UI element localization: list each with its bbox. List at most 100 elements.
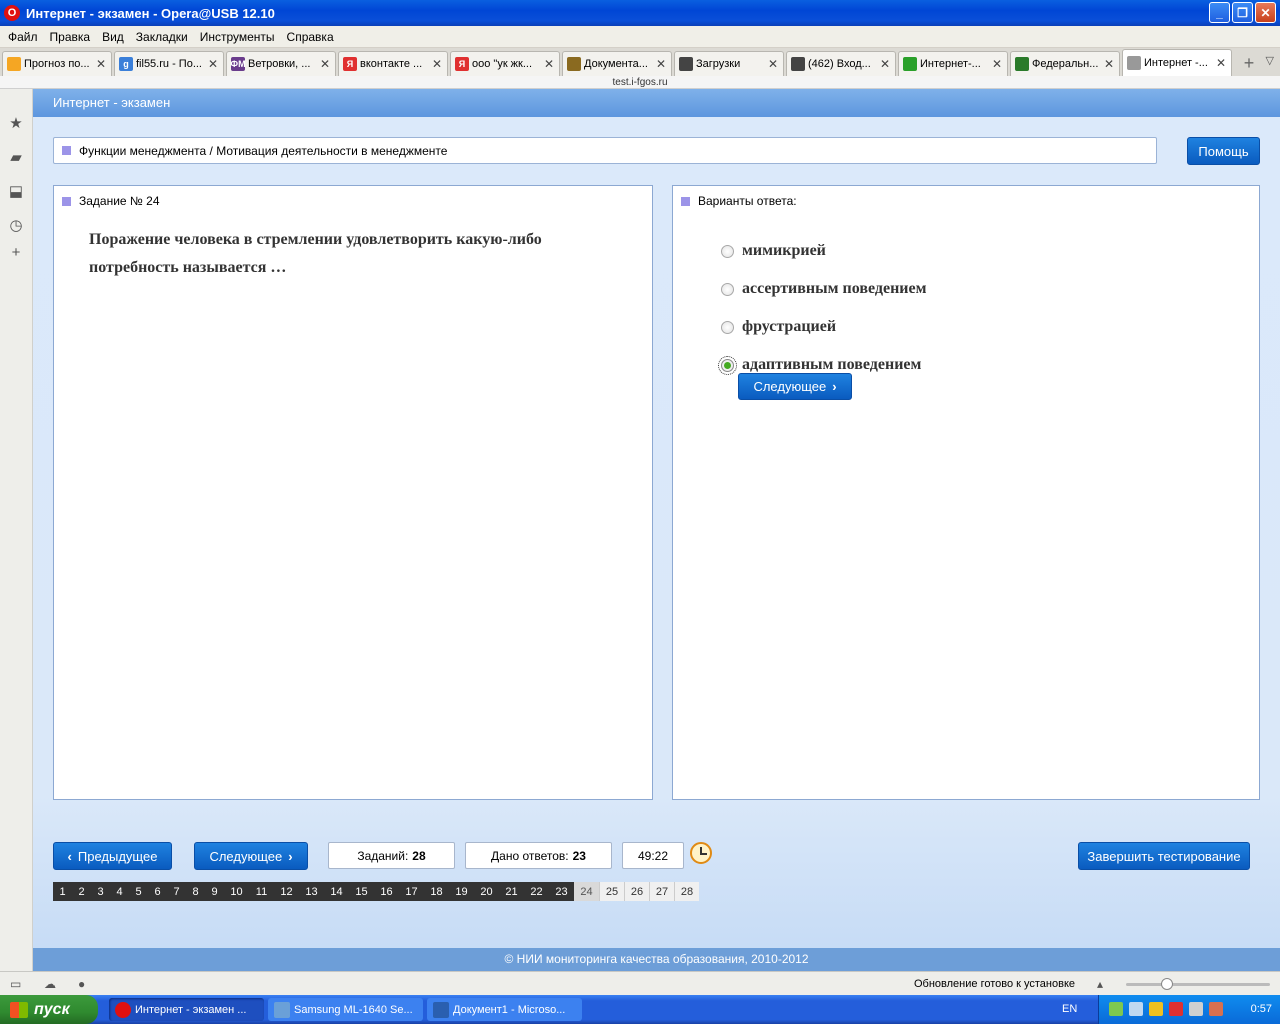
- menu-edit[interactable]: Правка: [44, 30, 97, 44]
- pager-item[interactable]: 5: [129, 882, 148, 901]
- caret-up-icon[interactable]: ▴: [1097, 977, 1111, 991]
- tray-warning-icon[interactable]: [1149, 1002, 1163, 1016]
- pager-item[interactable]: 14: [324, 882, 349, 901]
- pager-item[interactable]: 18: [424, 882, 449, 901]
- pager-item[interactable]: 19: [449, 882, 474, 901]
- pager-item[interactable]: 12: [274, 882, 299, 901]
- answer-option[interactable]: ассертивным поведением: [721, 270, 927, 308]
- tab-close-icon[interactable]: ✕: [543, 57, 555, 71]
- browser-tab[interactable]: Интернет -... ✕: [1122, 49, 1232, 76]
- browser-tab[interactable]: Федеральн... ✕: [1010, 51, 1120, 76]
- taskbar-item-word[interactable]: Документ1 - Microso...: [427, 998, 582, 1021]
- menu-file[interactable]: Файл: [2, 30, 44, 44]
- plus-icon[interactable]: +: [8, 244, 24, 261]
- update-status[interactable]: Обновление готово к установке: [914, 978, 1075, 990]
- answer-option[interactable]: фрустрацией: [721, 308, 927, 346]
- tab-favicon-icon: [679, 57, 693, 71]
- cloud-icon[interactable]: ☁: [44, 977, 58, 991]
- tab-close-icon[interactable]: ✕: [655, 57, 667, 71]
- pager-item[interactable]: 2: [72, 882, 91, 901]
- browser-tab[interactable]: (462) Вход... ✕: [786, 51, 896, 76]
- answer-radio-selected[interactable]: [718, 355, 737, 375]
- tab-close-icon[interactable]: ✕: [767, 57, 779, 71]
- pager-item[interactable]: 20: [474, 882, 499, 901]
- browser-tab[interactable]: Загрузки ✕: [674, 51, 784, 76]
- prev-button[interactable]: ‹ Предыдущее: [53, 842, 172, 870]
- tray-network-icon[interactable]: [1109, 1002, 1123, 1016]
- tray-monitor-icon[interactable]: [1129, 1002, 1143, 1016]
- answer-radio[interactable]: [721, 320, 734, 334]
- downloads-icon[interactable]: ⬓: [8, 183, 24, 200]
- pager-item[interactable]: 10: [224, 882, 249, 901]
- answer-option[interactable]: мимикрией: [721, 232, 927, 270]
- pager-item[interactable]: 26: [624, 882, 649, 901]
- browser-tab[interactable]: Интернет-... ✕: [898, 51, 1008, 76]
- answer-radio[interactable]: [721, 244, 734, 258]
- answer-radio[interactable]: [721, 282, 734, 296]
- zoom-slider-thumb[interactable]: [1161, 978, 1173, 990]
- zoom-slider[interactable]: [1126, 983, 1270, 986]
- menu-view[interactable]: Вид: [96, 30, 130, 44]
- star-icon[interactable]: ★: [8, 115, 24, 132]
- tray-volume-icon[interactable]: [1189, 1002, 1203, 1016]
- pager-item[interactable]: 27: [649, 882, 674, 901]
- menu-help[interactable]: Справка: [281, 30, 340, 44]
- taskbar-item-printer[interactable]: Samsung ML-1640 Se...: [268, 998, 423, 1021]
- pager-item[interactable]: 16: [374, 882, 399, 901]
- browser-tab[interactable]: Документа... ✕: [562, 51, 672, 76]
- tray-antivirus-icon[interactable]: [1169, 1002, 1183, 1016]
- menu-tools[interactable]: Инструменты: [194, 30, 281, 44]
- finish-test-button[interactable]: Завершить тестирование: [1078, 842, 1250, 870]
- pager-item[interactable]: 1: [53, 882, 72, 901]
- browser-tab[interactable]: g fil55.ru - По... ✕: [114, 51, 224, 76]
- tab-close-icon[interactable]: ✕: [1215, 56, 1227, 70]
- panel-toggle-icon[interactable]: ▭: [10, 977, 24, 991]
- tab-close-icon[interactable]: ✕: [1103, 57, 1115, 71]
- close-button[interactable]: ✕: [1255, 2, 1276, 23]
- browser-tab[interactable]: Явконтакте ... ✕: [338, 51, 448, 76]
- maximize-button[interactable]: ❐: [1232, 2, 1253, 23]
- pager-item[interactable]: 13: [299, 882, 324, 901]
- tab-close-icon[interactable]: ✕: [95, 57, 107, 71]
- next-button[interactable]: Следующее ›: [194, 842, 308, 870]
- notification-icon[interactable]: ●: [78, 977, 92, 991]
- tab-close-icon[interactable]: ✕: [879, 57, 891, 71]
- browser-tab[interactable]: Прогноз по... ✕: [2, 51, 112, 76]
- browser-tab[interactable]: Яооо "ук жк... ✕: [450, 51, 560, 76]
- minimize-button[interactable]: _: [1209, 2, 1230, 23]
- pager-item[interactable]: 22: [524, 882, 549, 901]
- taskbar-item-opera[interactable]: Интернет - экзамен ...: [109, 998, 264, 1021]
- pager-item[interactable]: 7: [167, 882, 186, 901]
- pager-item[interactable]: 11: [249, 882, 274, 901]
- answer-label: фрустрацией: [742, 318, 837, 335]
- language-indicator[interactable]: EN: [1062, 1003, 1077, 1015]
- pager-item[interactable]: 6: [148, 882, 167, 901]
- browser-tab[interactable]: ФМ Ветровки, ... ✕: [226, 51, 336, 76]
- address-strip[interactable]: test.i-fgos.ru: [0, 76, 1280, 89]
- tray-app-icon[interactable]: [1209, 1002, 1223, 1016]
- next-inline-button[interactable]: Следующее ›: [738, 373, 852, 400]
- new-tab-button[interactable]: +: [1238, 52, 1260, 74]
- notes-icon[interactable]: ▰: [8, 149, 24, 166]
- pager-item[interactable]: 25: [599, 882, 624, 901]
- tab-favicon-icon: Я: [455, 57, 469, 71]
- tab-close-icon[interactable]: ✕: [207, 57, 219, 71]
- tab-menu-chevron-icon[interactable]: ▽: [1266, 54, 1274, 67]
- pager-item[interactable]: 17: [399, 882, 424, 901]
- tab-close-icon[interactable]: ✕: [991, 57, 1003, 71]
- pager-item[interactable]: 3: [91, 882, 110, 901]
- start-button[interactable]: пуск: [0, 995, 98, 1024]
- pager-item[interactable]: 15: [349, 882, 374, 901]
- menu-bookmarks[interactable]: Закладки: [130, 30, 194, 44]
- pager-item[interactable]: 9: [205, 882, 224, 901]
- pager-item[interactable]: 8: [186, 882, 205, 901]
- pager-item[interactable]: 28: [674, 882, 699, 901]
- tab-close-icon[interactable]: ✕: [431, 57, 443, 71]
- history-clock-icon[interactable]: ◷: [8, 217, 24, 234]
- pager-item[interactable]: 24: [574, 882, 599, 901]
- help-button[interactable]: Помощь: [1187, 137, 1260, 165]
- pager-item[interactable]: 4: [110, 882, 129, 901]
- pager-item[interactable]: 23: [549, 882, 574, 901]
- pager-item[interactable]: 21: [499, 882, 524, 901]
- tab-close-icon[interactable]: ✕: [319, 57, 331, 71]
